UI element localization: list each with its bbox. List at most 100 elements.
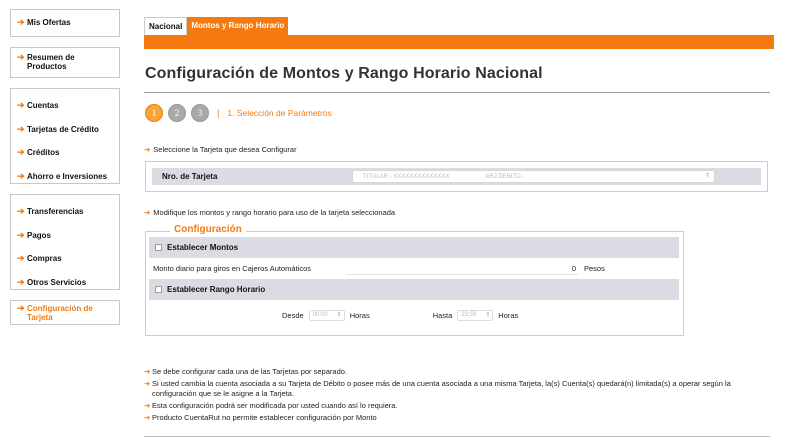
sidebar-item-label: Transferencias — [27, 207, 84, 216]
instruction-text: Modifique los montos y rango horario par… — [153, 208, 396, 217]
card-row: Nro. de Tarjeta TITULAR - XXXXXXXXXXXXXX… — [152, 168, 761, 185]
arrow-right-icon: ➔ — [17, 147, 25, 157]
step-1: 1 — [145, 104, 163, 122]
note-text: Producto CuentaRut no permite establecer… — [152, 413, 377, 422]
note-item: ➔ Si usted cambia la cuenta asociada a su… — [144, 379, 769, 399]
arrow-right-icon: ➔ — [17, 229, 25, 240]
sidebar-group-ofertas: ➔ Mis Ofertas — [10, 9, 120, 37]
hasta-time-input[interactable]: 23:59 ⇕ — [457, 309, 494, 321]
bullet-arrow-icon: ➔ — [144, 367, 151, 376]
sidebar-item-label: Tarjetas de Crédito — [27, 124, 99, 134]
instruction-select-card: ➔ Seleccione la Tarjeta que desea Configu… — [144, 145, 297, 154]
tab-underline-bar — [144, 35, 774, 49]
arrow-right-icon: ➔ — [17, 206, 25, 216]
sidebar-item-configuracion-tarjeta[interactable]: ➔ Configuración de Tarjeta — [11, 301, 119, 324]
select-chevron-icon: ⇕ — [704, 173, 710, 179]
sidebar-item-ahorro-inversiones[interactable]: ➔ Ahorro e Inversiones — [11, 164, 119, 188]
establecer-rango-row: Establecer Rango Horario — [149, 279, 679, 300]
configuration-legend: Configuración — [170, 224, 246, 235]
instruction-modify: ➔ Modifique los montos y rango horario pa… — [144, 208, 395, 217]
monto-diario-row: Monto diario para giros en Cajeros Autom… — [149, 258, 679, 279]
tab-nacional[interactable]: Nacional — [144, 17, 188, 35]
establecer-montos-row: Establecer Montos — [149, 237, 679, 258]
rango-horario-row: Desde 00:00 ⇕ Horas Hasta 23:59 ⇕ Horas — [149, 300, 679, 330]
sidebar-item-transferencias[interactable]: ➔ Transferencias — [11, 199, 119, 223]
arrow-right-icon: ➔ — [17, 100, 25, 110]
card-selector-box: Nro. de Tarjeta TITULAR - XXXXXXXXXXXXXX… — [145, 161, 768, 192]
arrow-right-icon: ➔ — [17, 17, 25, 27]
desde-horas-label: Horas — [349, 310, 370, 320]
arrow-right-icon: ➔ — [17, 303, 25, 313]
desde-label: Desde — [282, 310, 304, 320]
bullet-arrow-icon: ➔ — [144, 379, 151, 388]
instruction-text: Seleccione la Tarjeta que desea Configur… — [153, 145, 297, 154]
bullet-arrow-icon: ➔ — [144, 401, 151, 410]
sidebar-item-label: Ahorro e Inversiones — [27, 171, 108, 181]
hasta-label: Hasta — [432, 310, 453, 320]
note-text: Se debe configurar cada una de las Tarje… — [152, 367, 347, 376]
sidebar-group-operaciones: ➔ Transferencias ➔ Pagos ➔ Compras ➔ Otr… — [10, 194, 120, 290]
desde-value: 00:00 — [312, 312, 328, 318]
monto-diario-label: Monto diario para giros en Cajeros Autom… — [153, 264, 311, 273]
notes-list: ➔ Se debe configurar cada una de las Tarj… — [144, 367, 769, 425]
note-item: ➔ Producto CuentaRut no permite establece… — [144, 413, 769, 423]
sidebar-item-label: Mis Ofertas — [27, 18, 71, 27]
sidebar-item-tarjetas-credito[interactable]: ➔ Tarjetas de Crédito — [11, 117, 119, 141]
card-number-label: Nro. de Tarjeta — [162, 172, 218, 181]
sidebar-item-label: Resumen de Productos — [27, 53, 75, 71]
step-label: 1. Selección de Parámetros — [227, 108, 332, 118]
sidebar-item-label: Compras — [27, 254, 62, 263]
note-item: ➔ Esta configuración podrá ser modificada… — [144, 401, 769, 411]
sidebar-item-resumen-productos[interactable]: ➔ Resumen de Productos — [11, 48, 119, 77]
sidebar-item-label: Créditos — [27, 148, 60, 157]
sidebar: ➔ Mis Ofertas ➔ Resumen de Productos ➔ C… — [10, 9, 120, 335]
tab-bar: Nacional Montos y Rango Horario — [144, 17, 289, 35]
card-type: ARJ.DEBITO - — [485, 173, 525, 180]
establecer-rango-checkbox[interactable] — [155, 286, 162, 293]
monto-unit: Pesos — [584, 264, 605, 273]
note-text: Si usted cambia la cuenta asociada a su … — [152, 379, 731, 398]
step-2: 2 — [168, 104, 186, 122]
step-indicator: 1 2 3 | 1. Selección de Parámetros — [145, 104, 332, 122]
note-item: ➔ Se debe configurar cada una de las Tarj… — [144, 367, 769, 377]
desde-time-input[interactable]: 00:00 ⇕ — [308, 309, 345, 321]
sidebar-item-label: Otros Servicios — [27, 277, 87, 287]
arrow-right-icon: ➔ — [17, 276, 25, 287]
sidebar-item-mis-ofertas[interactable]: ➔ Mis Ofertas — [11, 10, 119, 36]
spinner-icon: ⇕ — [485, 311, 491, 318]
step-separator: | — [217, 108, 220, 118]
sidebar-group-resumen: ➔ Resumen de Productos — [10, 47, 120, 78]
sidebar-item-pagos[interactable]: ➔ Pagos — [11, 223, 119, 247]
note-text: Esta configuración podrá ser modificada … — [152, 401, 398, 410]
arrow-right-icon: ➔ — [17, 52, 25, 62]
sidebar-item-compras[interactable]: ➔ Compras — [11, 246, 119, 270]
arrow-right-icon: ➔ — [17, 170, 25, 181]
arrow-right-icon: ➔ — [17, 253, 25, 263]
bullet-arrow-icon: ➔ — [144, 208, 151, 217]
sidebar-group-configuracion: ➔ Configuración de Tarjeta — [10, 300, 120, 325]
sidebar-item-label: Pagos — [27, 230, 52, 240]
establecer-rango-label: Establecer Rango Horario — [167, 285, 266, 294]
arrow-right-icon: ➔ — [17, 123, 25, 134]
card-number-select[interactable]: TITULAR - XXXXXXXXXXXXXX ARJ.DEBITO - ⇕ — [352, 170, 715, 183]
page-title: Configuración de Montos y Rango Horario … — [145, 65, 543, 82]
bullet-arrow-icon: ➔ — [144, 413, 151, 422]
bullet-arrow-icon: ➔ — [144, 145, 151, 154]
card-titular: TITULAR - XXXXXXXXXXXXXX — [363, 173, 450, 180]
tab-montos-rango-horario[interactable]: Montos y Rango Horario — [187, 17, 289, 35]
sidebar-item-label: Cuentas — [27, 101, 59, 110]
hasta-horas-label: Horas — [498, 310, 519, 320]
spinner-icon: ⇕ — [336, 311, 342, 318]
configuration-content: Establecer Montos Monto diario para giro… — [149, 237, 679, 330]
sidebar-item-creditos[interactable]: ➔ Créditos — [11, 140, 119, 164]
hasta-value: 23:59 — [461, 312, 477, 318]
divider — [144, 92, 770, 93]
step-3: 3 — [191, 104, 209, 122]
establecer-montos-label: Establecer Montos — [167, 243, 239, 252]
establecer-montos-checkbox[interactable] — [155, 244, 162, 251]
sidebar-item-otros-servicios[interactable]: ➔ Otros Servicios — [11, 270, 119, 294]
sidebar-item-label: Configuración de Tarjeta — [27, 304, 93, 322]
sidebar-group-productos: ➔ Cuentas ➔ Tarjetas de Crédito ➔ Crédit… — [10, 88, 120, 184]
sidebar-item-cuentas[interactable]: ➔ Cuentas — [11, 93, 119, 117]
monto-diario-input[interactable]: 0 — [346, 263, 578, 275]
